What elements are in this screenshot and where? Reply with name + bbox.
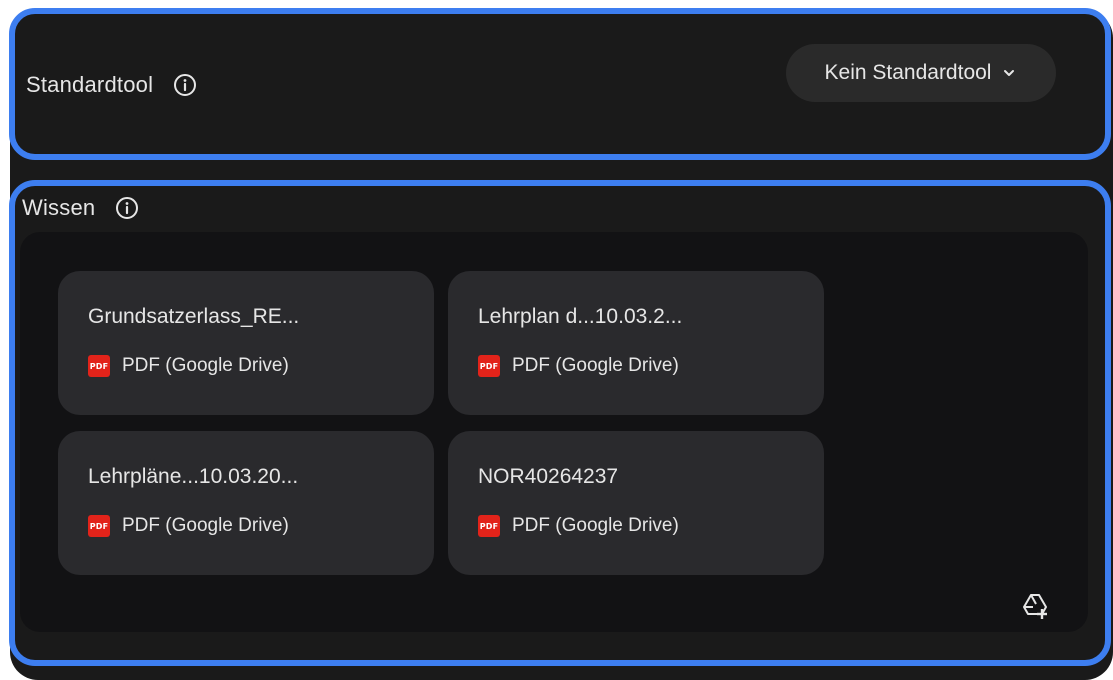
chevron-down-icon: [1001, 65, 1017, 81]
file-type: PDF PDF (Google Drive): [478, 355, 679, 377]
pdf-icon: PDF: [88, 515, 110, 537]
knowledge-row: Wissen: [22, 190, 139, 226]
file-card[interactable]: Lehrplan d...10.03.2... PDF PDF (Google …: [448, 271, 824, 415]
file-type-label: PDF (Google Drive): [512, 515, 679, 536]
file-type: PDF PDF (Google Drive): [88, 355, 289, 377]
file-card[interactable]: Lehrpläne...10.03.20... PDF PDF (Google …: [58, 431, 434, 575]
dropdown-value: Kein Standardtool: [824, 61, 992, 84]
file-type-label: PDF (Google Drive): [122, 355, 289, 376]
file-type: PDF PDF (Google Drive): [88, 515, 289, 537]
file-type-label: PDF (Google Drive): [512, 355, 679, 376]
pdf-icon: PDF: [478, 515, 500, 537]
file-card[interactable]: NOR40264237 PDF PDF (Google Drive): [448, 431, 824, 575]
file-type-label: PDF (Google Drive): [122, 515, 289, 536]
file-card[interactable]: Grundsatzerlass_RE... PDF PDF (Google Dr…: [58, 271, 434, 415]
file-name: Grundsatzerlass_RE...: [88, 305, 300, 328]
standard-tool-dropdown[interactable]: Kein Standardtool: [786, 44, 1056, 102]
file-type: PDF PDF (Google Drive): [478, 515, 679, 537]
info-icon[interactable]: [173, 73, 197, 97]
info-icon[interactable]: [115, 196, 139, 220]
knowledge-label: Wissen: [22, 195, 96, 220]
standard-tool-label: Standardtool: [26, 72, 154, 97]
file-name: Lehrpläne...10.03.20...: [88, 465, 299, 488]
standard-tool-row: Standardtool: [26, 67, 197, 103]
file-name: Lehrplan d...10.03.2...: [478, 305, 683, 328]
pdf-icon: PDF: [88, 355, 110, 377]
google-drive-add-icon[interactable]: [1020, 590, 1050, 620]
pdf-icon: PDF: [478, 355, 500, 377]
file-name: NOR40264237: [478, 465, 619, 488]
